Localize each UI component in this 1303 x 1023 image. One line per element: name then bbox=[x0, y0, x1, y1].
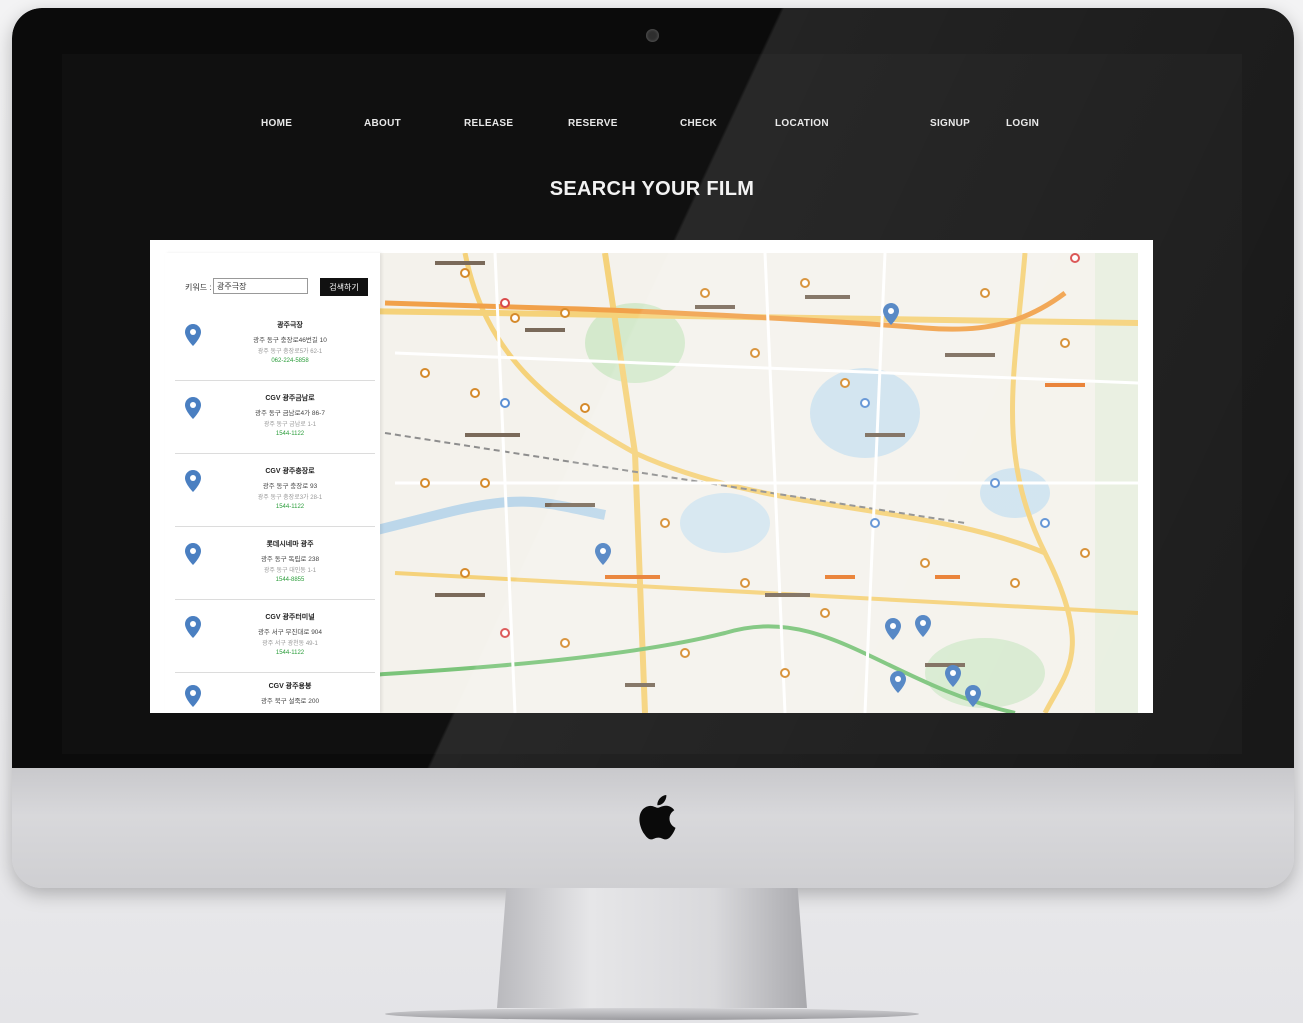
page-title: SEARCH YOUR FILM bbox=[549, 178, 755, 200]
theater-list-panel: 키워드 : 검색하기 광주극장 광주 동구 충장로46번길 10 광주 동구 충… bbox=[165, 253, 380, 713]
list-item[interactable]: 광주극장 광주 동구 충장로46번길 10 광주 동구 충장로5가 62-1 0… bbox=[175, 310, 375, 381]
theater-phone: 062-224-5858 bbox=[271, 358, 309, 364]
list-item[interactable]: CGV 광주용봉 광주 북구 설죽로 200 bbox=[175, 675, 375, 713]
theater-phone: 1544-1122 bbox=[275, 650, 305, 656]
theater-jibun-address: 광주 동구 충장로3가 28-1 bbox=[257, 495, 323, 501]
list-item[interactable]: CGV 광주금남로 광주 동구 금남로4가 86-7 광주 동구 금남로 1-1… bbox=[175, 383, 375, 454]
theater-phone: 1544-1122 bbox=[275, 504, 305, 510]
nav-about[interactable]: ABOUT bbox=[364, 118, 401, 129]
map-marker-icon[interactable] bbox=[965, 685, 981, 707]
theater-address: 광주 동구 충장로 93 bbox=[262, 483, 318, 490]
website-screen: HOME ABOUT RELEASE RESERVE CHECK LOCATIO… bbox=[62, 54, 1242, 754]
map-search-bar: 키워드 : 검색하기 bbox=[185, 278, 375, 298]
nav-reserve[interactable]: RESERVE bbox=[568, 118, 618, 129]
nav-signup[interactable]: SIGNUP bbox=[930, 118, 970, 129]
nav-home[interactable]: HOME bbox=[261, 118, 292, 129]
theater-jibun-address: 광주 서구 광천동 49-1 bbox=[262, 641, 318, 647]
screen-bezel: HOME ABOUT RELEASE RESERVE CHECK LOCATIO… bbox=[12, 8, 1294, 768]
list-item[interactable]: CGV 광주터미널 광주 서구 무진대로 904 광주 서구 광천동 49-1 … bbox=[175, 602, 375, 673]
search-input[interactable] bbox=[213, 278, 308, 294]
map-marker-icon bbox=[185, 397, 201, 419]
theater-name: CGV 광주충장로 bbox=[265, 468, 315, 475]
main-nav: HOME ABOUT RELEASE RESERVE CHECK LOCATIO… bbox=[62, 118, 1242, 134]
map-marker-icon bbox=[185, 324, 201, 346]
search-label: 키워드 : bbox=[185, 283, 212, 292]
monitor-stand bbox=[497, 888, 807, 1008]
theater-name: 광주극장 bbox=[277, 322, 303, 329]
theater-phone: 1544-1122 bbox=[275, 431, 305, 437]
theater-name: CGV 광주용봉 bbox=[268, 683, 312, 690]
nav-login[interactable]: LOGIN bbox=[1006, 118, 1039, 129]
webcam-icon bbox=[646, 29, 659, 42]
theater-jibun-address: 광주 동구 대인동 1-1 bbox=[263, 568, 317, 574]
map-marker-icon[interactable] bbox=[890, 671, 906, 693]
map-marker-icon[interactable] bbox=[885, 618, 901, 640]
imac-monitor: HOME ABOUT RELEASE RESERVE CHECK LOCATIO… bbox=[12, 8, 1294, 888]
map-marker-icon bbox=[185, 685, 201, 707]
theater-phone: 1544-8855 bbox=[275, 577, 305, 583]
apple-logo-icon bbox=[639, 795, 676, 840]
map-marker-icon bbox=[185, 543, 201, 565]
map-marker-icon[interactable] bbox=[595, 543, 611, 565]
theater-address: 광주 북구 설죽로 200 bbox=[260, 698, 320, 705]
monitor-chin bbox=[12, 768, 1294, 888]
theater-address: 광주 동구 금남로4가 86-7 bbox=[255, 410, 325, 417]
map-marker-icon[interactable] bbox=[883, 303, 899, 325]
map-marker-icon[interactable] bbox=[915, 615, 931, 637]
theater-name: 롯데시네마 광주 bbox=[266, 541, 314, 548]
nav-location[interactable]: LOCATION bbox=[775, 118, 829, 129]
theater-address: 광주 서구 무진대로 904 bbox=[257, 629, 323, 636]
search-button[interactable]: 검색하기 bbox=[320, 278, 368, 296]
theater-name: CGV 광주터미널 bbox=[265, 614, 315, 621]
map-marker-icon bbox=[185, 616, 201, 638]
map-marker-icon[interactable] bbox=[945, 665, 961, 687]
theater-name: CGV 광주금남로 bbox=[265, 395, 315, 402]
theater-address: 광주 동구 독립로 238 bbox=[260, 556, 320, 563]
theater-address: 광주 동구 충장로46번길 10 bbox=[253, 337, 327, 344]
monitor-stand-base bbox=[385, 1008, 919, 1020]
theater-jibun-address: 광주 동구 금남로 1-1 bbox=[263, 422, 317, 428]
list-item[interactable]: CGV 광주충장로 광주 동구 충장로 93 광주 동구 충장로3가 28-1 … bbox=[175, 456, 375, 527]
nav-release[interactable]: RELEASE bbox=[464, 118, 513, 129]
theater-jibun-address: 광주 동구 충장로5가 62-1 bbox=[257, 349, 323, 355]
map-marker-icon bbox=[185, 470, 201, 492]
map-frame: 키워드 : 검색하기 광주극장 광주 동구 충장로46번길 10 광주 동구 충… bbox=[150, 240, 1153, 713]
nav-check[interactable]: CHECK bbox=[680, 118, 717, 129]
list-item[interactable]: 롯데시네마 광주 광주 동구 독립로 238 광주 동구 대인동 1-1 154… bbox=[175, 529, 375, 600]
